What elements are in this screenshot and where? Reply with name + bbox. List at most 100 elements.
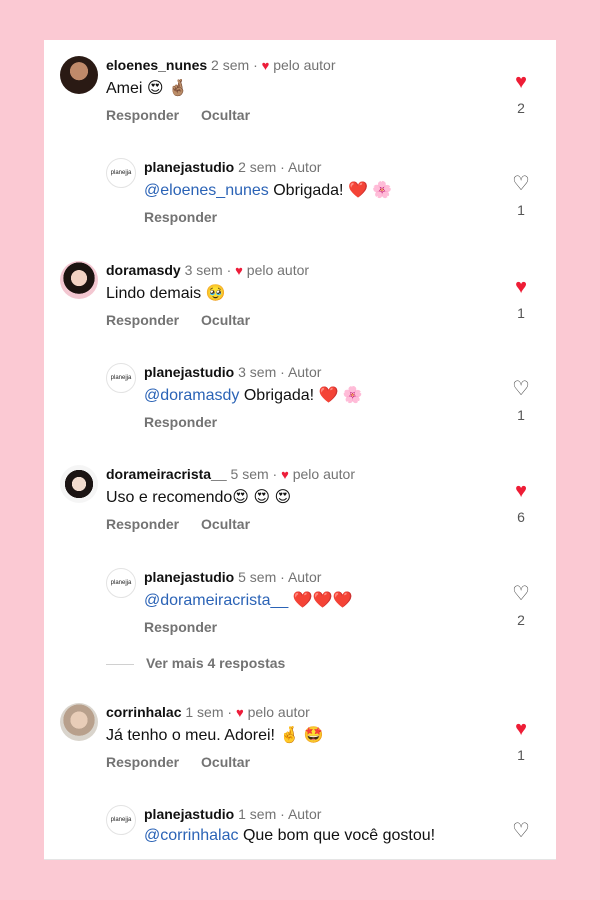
reply-button[interactable]: Responder: [106, 754, 179, 770]
reply-button[interactable]: Responder: [144, 414, 217, 430]
separator-dot: ·: [280, 806, 285, 822]
hide-button[interactable]: Ocultar: [201, 754, 250, 770]
username[interactable]: eloenes_nunes: [106, 57, 207, 73]
liked-by-author-badge: pelo autor: [292, 466, 355, 482]
like-count: 1: [517, 407, 525, 423]
reply-button[interactable]: Responder: [106, 312, 179, 328]
heart-filled-icon[interactable]: ♥: [510, 277, 532, 297]
separator-dot: ·: [272, 466, 278, 482]
like-count: 1: [517, 305, 525, 321]
logo-text: planejja: [110, 580, 132, 586]
avatar[interactable]: planejja: [106, 158, 136, 188]
username[interactable]: corrinhalac: [106, 704, 181, 720]
mention-link[interactable]: @dorameiracrista__: [144, 592, 288, 609]
timestamp: 3 sem: [184, 262, 223, 278]
heart-outline-icon[interactable]: ♡: [510, 584, 532, 604]
heart-outline-icon[interactable]: ♡: [510, 174, 532, 194]
comment-text: Lindo demais 🥹: [106, 285, 226, 302]
timestamp: 5 sem: [238, 569, 277, 585]
comment-actions: Responder Ocultar: [106, 754, 268, 770]
logo-text: planejja: [110, 817, 132, 823]
avatar[interactable]: [60, 261, 98, 299]
mention-link[interactable]: @eloenes_nunes: [144, 182, 269, 199]
like-count: 1: [517, 747, 525, 763]
comment-header: corrinhalac 1 sem · ♥ pelo autor: [106, 704, 310, 720]
avatar[interactable]: planejja: [106, 363, 136, 393]
heart-filled-icon[interactable]: ♥: [510, 72, 532, 92]
reply-button[interactable]: Responder: [106, 516, 179, 532]
comment-text: @eloenes_nunes Obrigada! ❤️ 🌸: [144, 180, 392, 200]
author-badge: Autor: [287, 364, 322, 380]
mention-link[interactable]: @doramasdy: [144, 387, 239, 404]
reply-button[interactable]: Responder: [144, 619, 217, 635]
comment-text: @corrinhalac Que bom que você gostou!: [144, 827, 435, 845]
separator-dot: ·: [227, 704, 233, 720]
like-count: 6: [517, 509, 525, 525]
like-control: ♡ 1: [510, 379, 532, 423]
like-control: ♥ 6: [510, 481, 532, 525]
comment-text: @doramasdy Obrigada! ❤️ 🌸: [144, 385, 363, 405]
author-badge: Autor: [287, 569, 322, 585]
separator-dot: ·: [226, 262, 232, 278]
hide-button[interactable]: Ocultar: [201, 107, 250, 123]
comments-panel: eloenes_nunes 2 sem · ♥ pelo autor Amei …: [44, 40, 556, 860]
comment-actions: Responder Ocultar: [106, 312, 268, 328]
hide-button[interactable]: Ocultar: [201, 516, 250, 532]
like-control: ♡ 1: [510, 174, 532, 218]
comment-body: Obrigada! ❤️ 🌸: [243, 387, 363, 404]
hide-button[interactable]: Ocultar: [201, 312, 250, 328]
comment-text: @dorameiracrista__ ❤️❤️❤️: [144, 590, 353, 610]
author-badge: Autor: [287, 159, 322, 175]
like-control: ♡: [510, 821, 532, 841]
bottom-divider: [44, 859, 556, 860]
comment-text: Já tenho o meu. Adorei! 🤞 🤩: [106, 727, 324, 744]
comment-header: eloenes_nunes 2 sem · ♥ pelo autor: [106, 57, 336, 73]
like-control: ♥ 1: [510, 277, 532, 321]
mention-link[interactable]: @corrinhalac: [144, 827, 239, 844]
logo-text: planejja: [110, 170, 132, 176]
like-control: ♡ 2: [510, 584, 532, 628]
separator-dot: ·: [280, 159, 285, 175]
heart-outline-icon[interactable]: ♡: [510, 821, 532, 841]
timestamp: 5 sem: [230, 466, 269, 482]
like-count: 1: [517, 202, 525, 218]
heart-filled-icon[interactable]: ♥: [510, 481, 532, 501]
username[interactable]: dorameiracrista__: [106, 466, 227, 482]
comment-header: doramasdy 3 sem · ♥ pelo autor: [106, 262, 309, 278]
comment-header: planejastudio 3 sem · Autor: [144, 364, 321, 380]
username[interactable]: doramasdy: [106, 262, 181, 278]
comment-actions: Responder Ocultar: [106, 107, 268, 123]
divider-line: [106, 663, 134, 665]
view-more-label: Ver mais 4 respostas: [146, 655, 286, 671]
comment-actions: Responder: [144, 414, 235, 430]
reply-button[interactable]: Responder: [144, 209, 217, 225]
username[interactable]: planejastudio: [144, 364, 234, 380]
avatar[interactable]: planejja: [106, 568, 136, 598]
like-count: 2: [517, 100, 525, 116]
liked-by-author-badge: pelo autor: [247, 704, 310, 720]
logo-text: planejja: [110, 375, 132, 381]
avatar[interactable]: [60, 703, 98, 741]
timestamp: 1 sem: [185, 704, 224, 720]
username[interactable]: planejastudio: [144, 806, 234, 822]
heart-filled-icon[interactable]: ♥: [510, 719, 532, 739]
comment-text: Uso e recomendo😍 😍 😍: [106, 489, 292, 506]
avatar[interactable]: planejja: [106, 805, 136, 835]
heart-outline-icon[interactable]: ♡: [510, 379, 532, 399]
avatar[interactable]: [60, 465, 98, 503]
comment-header: planejastudio 5 sem · Autor: [144, 569, 321, 585]
timestamp: 1 sem: [238, 806, 277, 822]
avatar[interactable]: [60, 56, 98, 94]
comment-header: planejastudio 1 sem · Autor: [144, 806, 321, 822]
username[interactable]: planejastudio: [144, 159, 234, 175]
like-count: 2: [517, 612, 525, 628]
heart-icon: ♥: [235, 705, 244, 720]
view-more-replies[interactable]: Ver mais 4 respostas: [106, 655, 285, 671]
heart-icon: ♥: [235, 263, 243, 278]
username[interactable]: planejastudio: [144, 569, 234, 585]
separator-dot: ·: [280, 569, 285, 585]
reply-button[interactable]: Responder: [106, 107, 179, 123]
separator-dot: ·: [253, 57, 258, 73]
comment-actions: Responder: [144, 619, 235, 635]
liked-by-author-badge: pelo autor: [246, 262, 310, 278]
